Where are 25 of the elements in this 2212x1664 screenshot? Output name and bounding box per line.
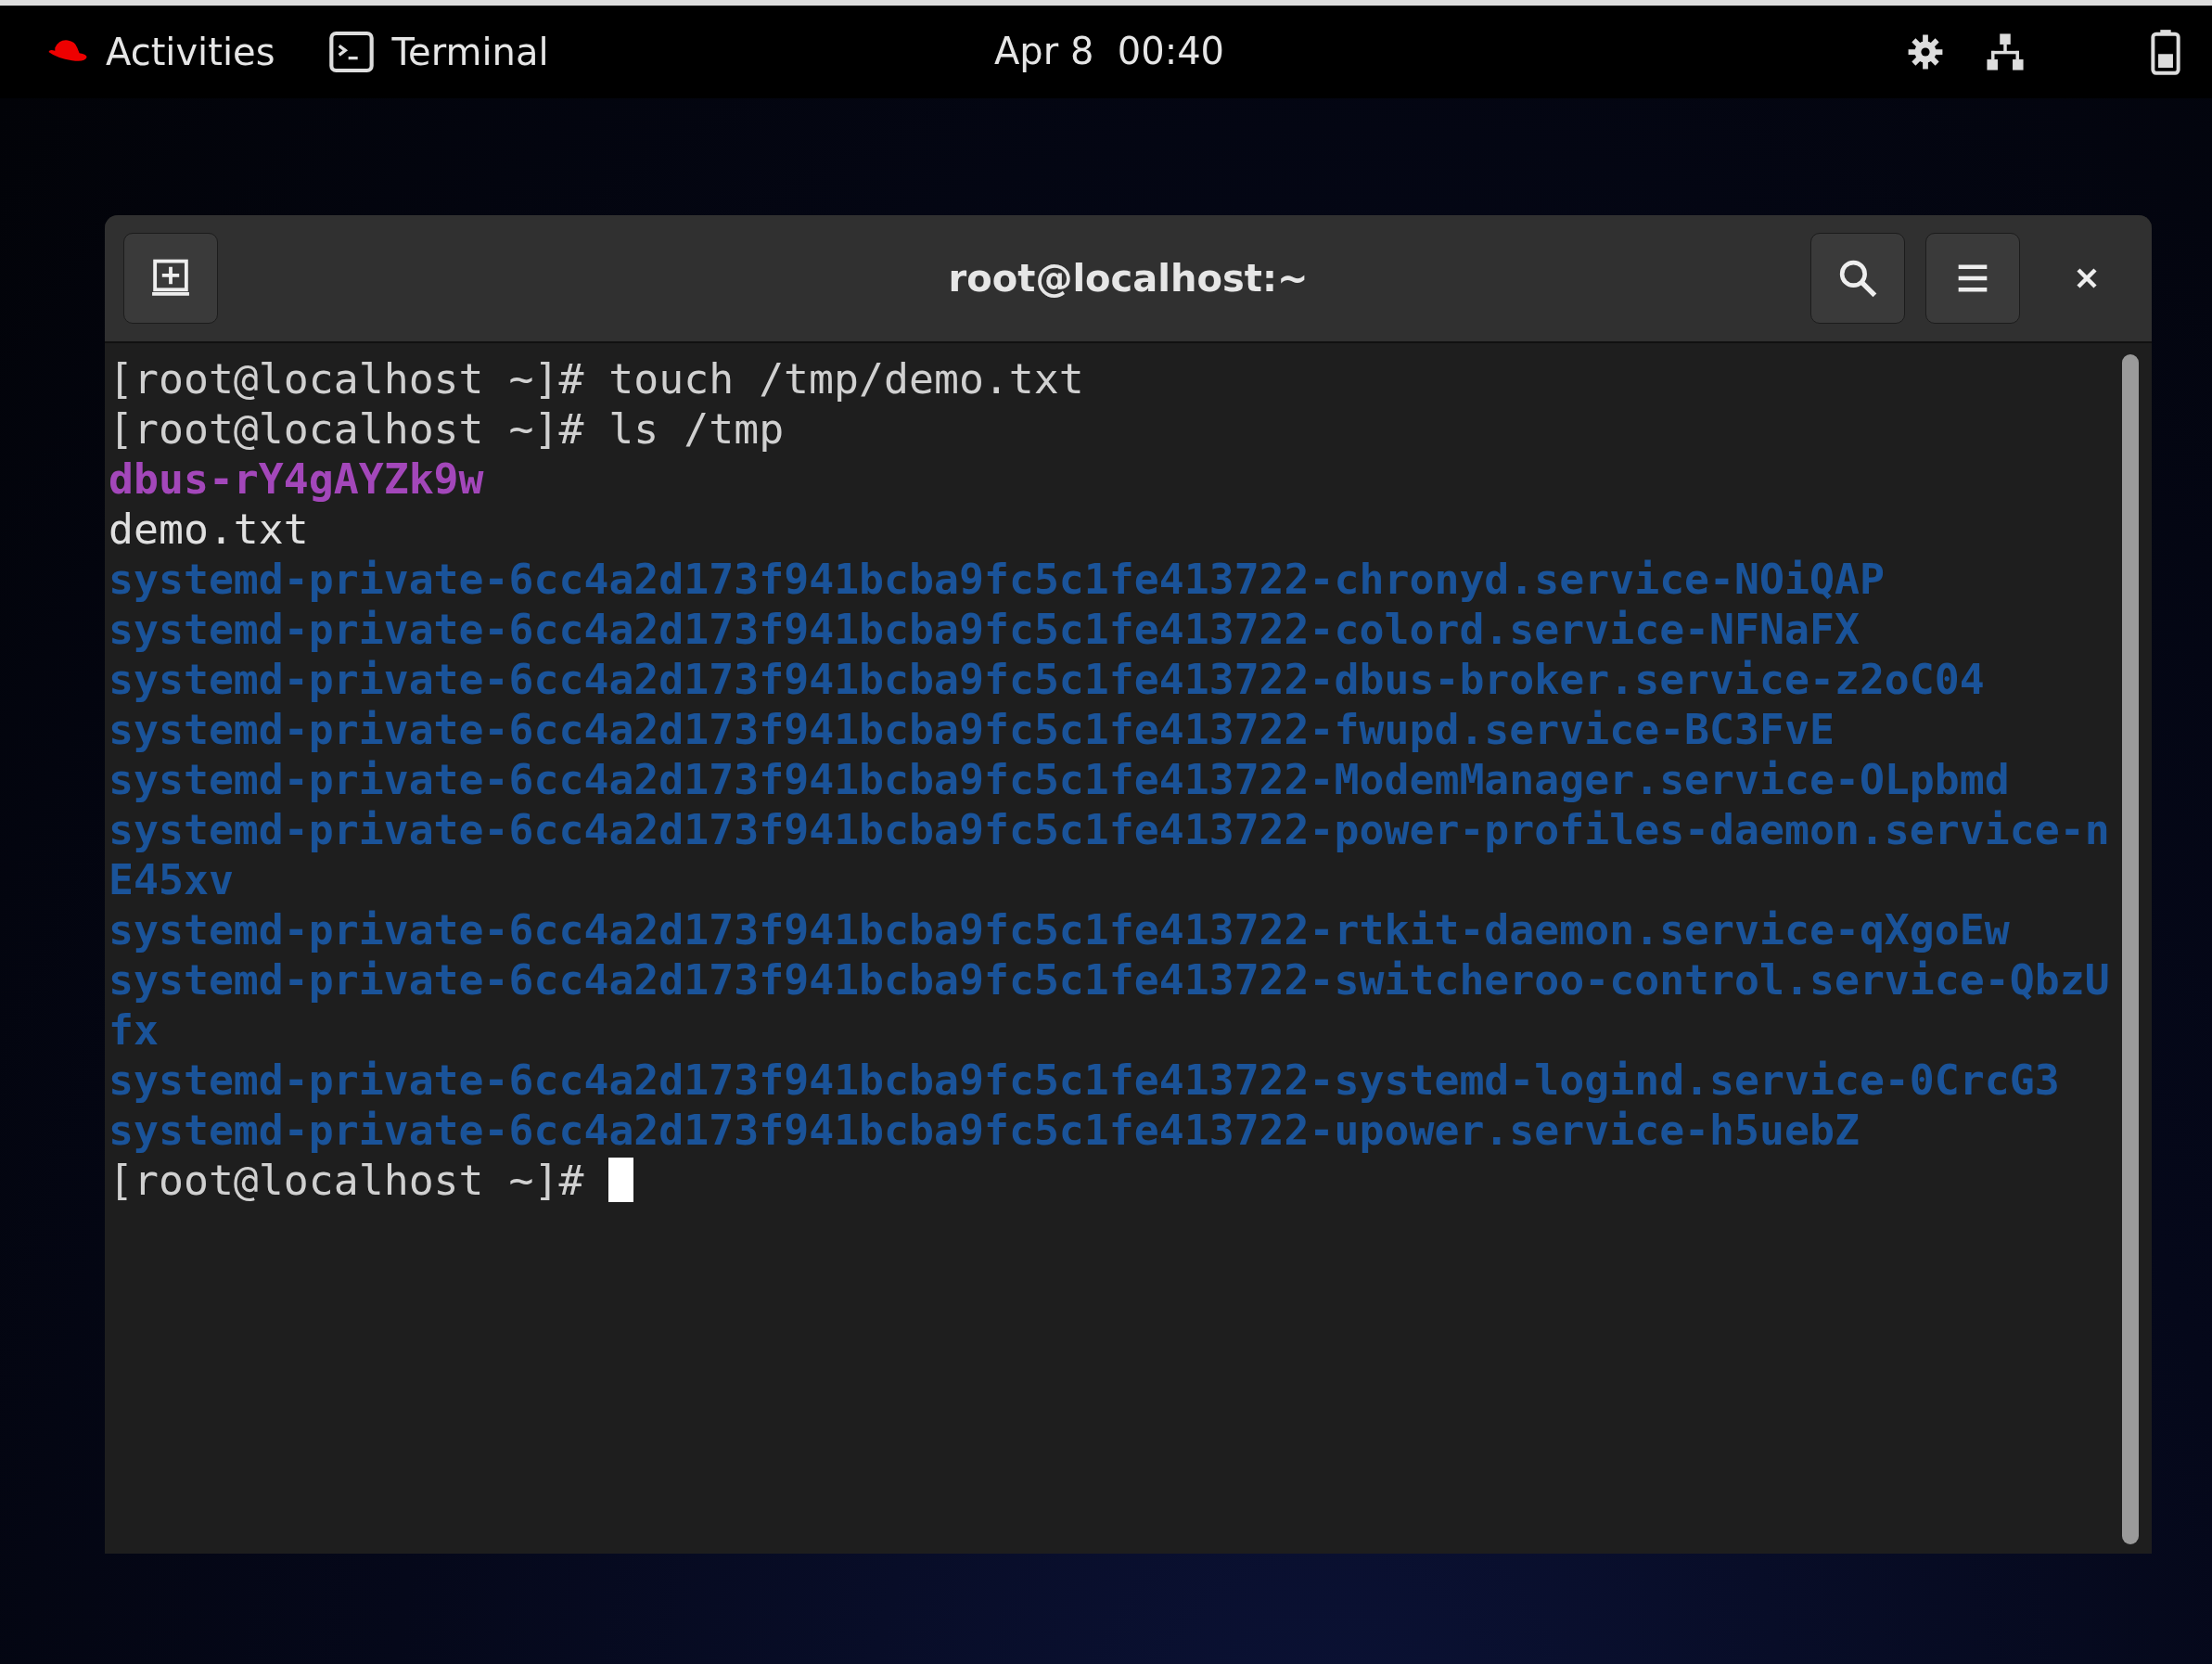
directory-name: systemd-private-6cc4a2d173f941bcba9fc5c1fe413722-ModemManager.service-OLpbmd bbox=[109, 755, 2011, 805]
shell-prompt: [root@localhost ~]# bbox=[109, 1156, 584, 1205]
directory-name: systemd-private-6cc4a2d173f941bcba9fc5c1fe413722-systemd-logind.service-0CrcG3 bbox=[109, 1056, 2061, 1106]
window-title: root@localhost:~ bbox=[948, 257, 1309, 300]
clock[interactable]: Apr 8 00:40 bbox=[994, 30, 1225, 72]
network-icon[interactable] bbox=[1984, 31, 2027, 73]
file-name: demo.txt bbox=[109, 505, 309, 555]
menu-button[interactable] bbox=[1925, 233, 2020, 324]
new-tab-button[interactable] bbox=[123, 233, 218, 324]
directory-name: systemd-private-6cc4a2d173f941bcba9fc5c1fe413722-rtkit-daemon.service-qXgoEw bbox=[109, 905, 2011, 955]
directory-name: systemd-private-6cc4a2d173f941bcba9fc5c1fe413722-upower.service-h5uebZ bbox=[109, 1106, 1860, 1156]
shell-prompt: [root@localhost ~]# bbox=[109, 404, 584, 454]
directory-name: systemd-private-6cc4a2d173f941bcba9fc5c1fe413722-chronyd.service-NOiQAP bbox=[109, 555, 1886, 605]
shell-prompt: [root@localhost ~]# bbox=[109, 354, 584, 403]
command-text: touch /tmp/demo.txt bbox=[608, 354, 1084, 403]
app-menu[interactable]: Terminal bbox=[391, 31, 549, 73]
command-text: ls /tmp bbox=[608, 404, 785, 454]
socket-name: dbus-rY4gAYZk9w bbox=[109, 454, 484, 505]
activities-button[interactable]: Activities bbox=[106, 31, 275, 73]
directory-name: systemd-private-6cc4a2d173f941bcba9fc5c1fe413722-fwupd.service-BC3FvE bbox=[109, 705, 1835, 755]
search-button[interactable] bbox=[1810, 233, 1905, 324]
directory-name: systemd-private-6cc4a2d173f941bcba9fc5c1fe413722-dbus-broker.service-z2oC04 bbox=[109, 655, 1986, 705]
directory-name: systemd-private-6cc4a2d173f941bcba9fc5c1fe413722-colord.service-NFNaFX bbox=[109, 605, 1860, 655]
terminal-icon bbox=[328, 29, 376, 75]
scrollbar[interactable] bbox=[2122, 354, 2139, 1544]
